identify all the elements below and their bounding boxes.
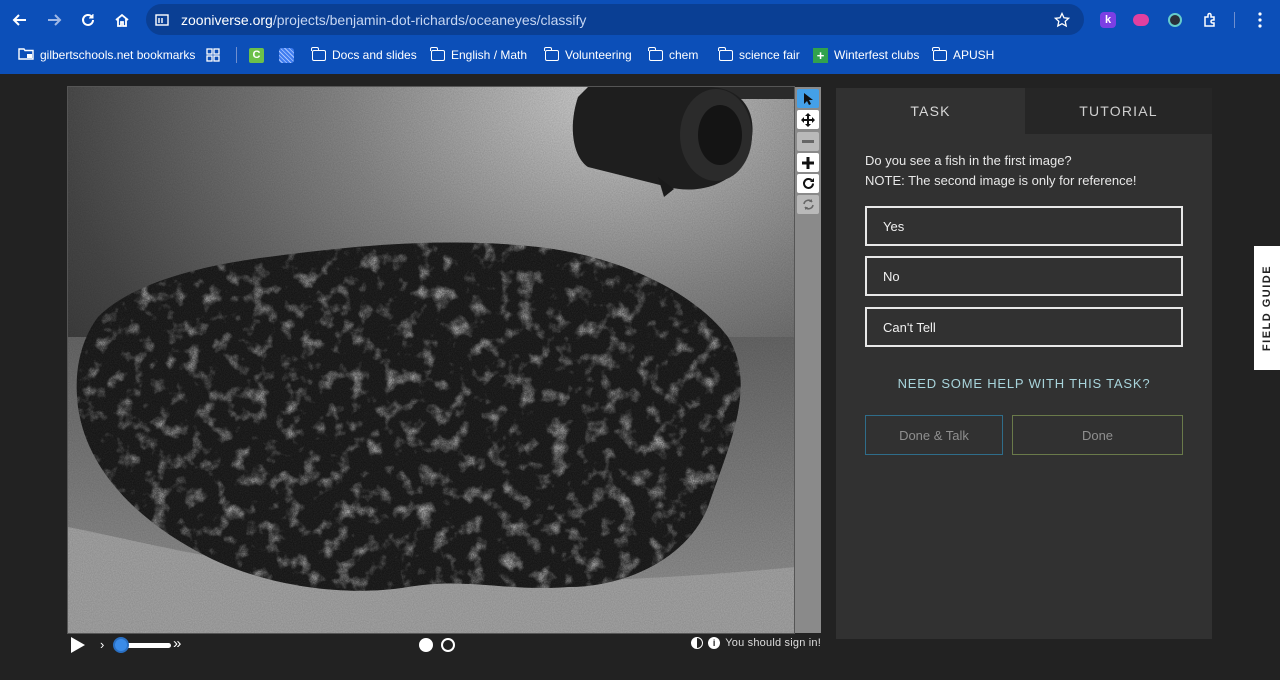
answer-yes-button[interactable]: Yes xyxy=(865,206,1183,246)
folder-icon xyxy=(932,46,947,61)
browser-chrome: zooniverse.org/projects/benjamin-dot-ric… xyxy=(0,0,1280,74)
folder-icon xyxy=(648,46,663,61)
speed-slider-thumb[interactable] xyxy=(113,637,129,653)
bookmark-english-math[interactable]: English / Math xyxy=(430,46,527,64)
answer-no-button[interactable]: No xyxy=(865,256,1183,296)
help-link[interactable]: NEED SOME HELP WITH THIS TASK? xyxy=(836,376,1212,391)
rotate-icon[interactable] xyxy=(797,174,819,193)
extensions-puzzle-icon[interactable] xyxy=(1200,10,1220,30)
kami-extension-icon[interactable]: k xyxy=(1098,10,1118,30)
tab-tutorial[interactable]: TUTORIAL xyxy=(1025,88,1212,134)
task-tabs: TASK TUTORIAL xyxy=(836,88,1212,134)
step-back-icon[interactable]: › xyxy=(100,637,104,652)
green-plus-icon: + xyxy=(813,47,828,63)
move-icon[interactable] xyxy=(797,110,819,129)
toolbar-divider xyxy=(1234,12,1235,28)
reset-icon[interactable] xyxy=(797,195,819,214)
bookmark-apush[interactable]: APUSH xyxy=(932,46,994,64)
bookmarks-bar: gilbertschools.net bookmarks C Docs and … xyxy=(0,40,1280,70)
done-and-talk-button[interactable]: Done & Talk xyxy=(865,415,1003,455)
frame-controls: › » i You should sign in! xyxy=(67,634,823,656)
browser-toolbar: zooniverse.org/projects/benjamin-dot-ric… xyxy=(0,0,1280,40)
folder-icon xyxy=(718,46,733,61)
frame-dot-1[interactable] xyxy=(419,638,433,652)
zoom-out-icon[interactable] xyxy=(797,132,819,151)
answer-cant-tell-button[interactable]: Can't Tell xyxy=(865,307,1183,347)
site-info-icon[interactable] xyxy=(154,12,170,28)
task-panel: TASK TUTORIAL Do you see a fish in the f… xyxy=(836,88,1212,639)
fast-forward-icon[interactable]: » xyxy=(173,635,181,652)
done-button[interactable]: Done xyxy=(1012,415,1183,455)
signin-notice: i You should sign in! xyxy=(691,637,821,649)
bookmark-volunteering[interactable]: Volunteering xyxy=(544,46,632,64)
bookmark-gilbertschools[interactable]: gilbertschools.net bookmarks xyxy=(18,46,195,64)
play-icon[interactable] xyxy=(71,637,85,653)
bookmark-docs-and-slides[interactable]: Docs and slides xyxy=(311,46,417,64)
task-question: Do you see a fish in the first image? NO… xyxy=(865,153,1137,188)
zoom-in-icon[interactable] xyxy=(797,153,819,172)
folder-icon xyxy=(311,46,326,61)
info-icon[interactable]: i xyxy=(708,637,721,649)
invert-icon[interactable] xyxy=(691,637,704,649)
frame-dot-2[interactable] xyxy=(441,638,455,652)
folder-icon xyxy=(430,46,445,61)
home-icon[interactable] xyxy=(110,8,134,32)
field-guide-tab[interactable]: FIELD GUIDE xyxy=(1254,246,1280,370)
underwater-seafloor-image xyxy=(68,87,794,633)
subject-image[interactable] xyxy=(67,86,795,634)
screencast-extension-icon[interactable] xyxy=(1131,10,1151,30)
url-text[interactable]: zooniverse.org/projects/benjamin-dot-ric… xyxy=(181,12,586,28)
tab-task[interactable]: TASK xyxy=(836,88,1025,134)
forward-icon[interactable] xyxy=(42,8,66,32)
bookmarks-divider xyxy=(236,47,237,63)
managed-folder-icon xyxy=(18,47,34,63)
bookmark-science-fair[interactable]: science fair xyxy=(718,46,800,64)
extension-icon[interactable] xyxy=(1165,10,1185,30)
bookmark-chem[interactable]: chem xyxy=(648,46,698,64)
back-icon[interactable] xyxy=(8,8,32,32)
apps-grid-icon[interactable] xyxy=(206,46,220,64)
reload-icon[interactable] xyxy=(76,8,100,32)
bookmark-star-icon[interactable] xyxy=(1052,10,1072,30)
bookmark-striped-icon[interactable] xyxy=(279,46,294,64)
image-tools xyxy=(795,87,821,633)
menu-kebab-icon[interactable] xyxy=(1250,10,1270,30)
pointer-icon[interactable] xyxy=(797,89,819,108)
folder-icon xyxy=(544,46,559,61)
bookmark-c-icon[interactable]: C xyxy=(249,46,264,64)
address-bar[interactable]: zooniverse.org/projects/benjamin-dot-ric… xyxy=(146,4,1084,35)
bookmark-winterfest-clubs[interactable]: + Winterfest clubs xyxy=(813,46,919,64)
